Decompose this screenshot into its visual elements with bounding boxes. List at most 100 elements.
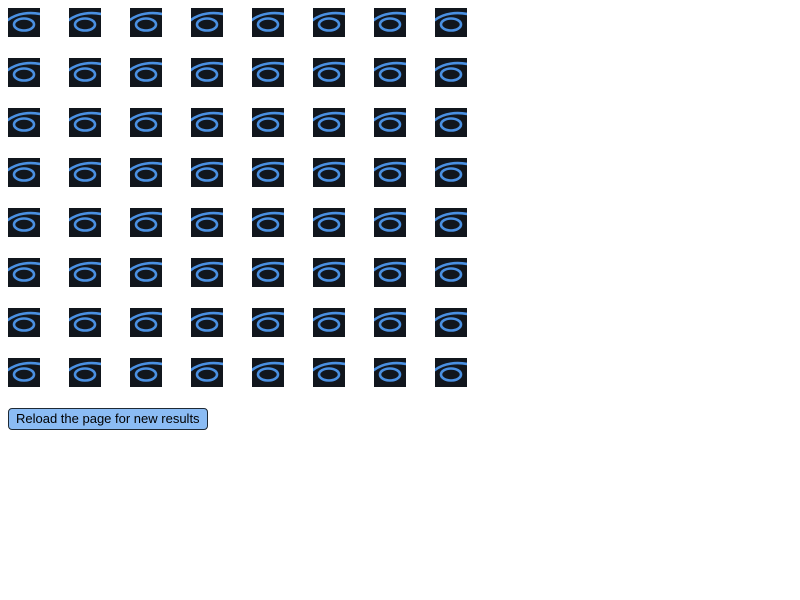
eye-swirl-icon	[191, 108, 223, 137]
image-tile	[374, 58, 406, 87]
eye-swirl-icon	[435, 8, 467, 37]
image-tile	[374, 8, 406, 37]
eye-swirl-icon	[435, 158, 467, 187]
eye-swirl-icon	[191, 58, 223, 87]
reload-button[interactable]: Reload the page for new results	[8, 408, 208, 430]
eye-swirl-icon	[252, 258, 284, 287]
eye-swirl-icon	[252, 58, 284, 87]
image-tile	[313, 8, 345, 37]
image-tile	[191, 208, 223, 237]
image-tile	[435, 8, 467, 37]
eye-swirl-icon	[8, 58, 40, 87]
image-tile	[252, 258, 284, 287]
image-tile	[69, 358, 101, 387]
eye-swirl-icon	[313, 358, 345, 387]
image-tile	[191, 108, 223, 137]
eye-swirl-icon	[69, 258, 101, 287]
image-tile	[8, 58, 40, 87]
eye-swirl-icon	[313, 158, 345, 187]
image-tile	[435, 208, 467, 237]
image-tile	[69, 208, 101, 237]
eye-swirl-icon	[8, 158, 40, 187]
eye-swirl-icon	[435, 258, 467, 287]
eye-swirl-icon	[191, 358, 223, 387]
image-tile	[313, 358, 345, 387]
image-tile	[69, 108, 101, 137]
image-tile	[191, 308, 223, 337]
eye-swirl-icon	[374, 358, 406, 387]
image-tile	[8, 258, 40, 287]
eye-swirl-icon	[313, 58, 345, 87]
image-tile	[252, 308, 284, 337]
eye-swirl-icon	[69, 8, 101, 37]
eye-swirl-icon	[374, 308, 406, 337]
eye-swirl-icon	[252, 308, 284, 337]
eye-swirl-icon	[252, 208, 284, 237]
image-tile	[130, 208, 162, 237]
eye-swirl-icon	[130, 258, 162, 287]
image-tile	[69, 258, 101, 287]
image-tile	[191, 258, 223, 287]
eye-swirl-icon	[130, 58, 162, 87]
eye-swirl-icon	[69, 108, 101, 137]
eye-swirl-icon	[374, 258, 406, 287]
image-tile	[130, 358, 162, 387]
eye-swirl-icon	[374, 158, 406, 187]
eye-swirl-icon	[435, 208, 467, 237]
image-tile	[313, 58, 345, 87]
eye-swirl-icon	[374, 8, 406, 37]
image-tile	[69, 58, 101, 87]
image-tile	[374, 308, 406, 337]
eye-swirl-icon	[69, 308, 101, 337]
image-tile	[374, 258, 406, 287]
image-grid	[8, 8, 467, 387]
eye-swirl-icon	[191, 158, 223, 187]
eye-swirl-icon	[8, 108, 40, 137]
image-tile	[191, 158, 223, 187]
eye-swirl-icon	[435, 358, 467, 387]
eye-swirl-icon	[130, 308, 162, 337]
image-tile	[69, 308, 101, 337]
image-tile	[313, 208, 345, 237]
eye-swirl-icon	[130, 108, 162, 137]
eye-swirl-icon	[191, 308, 223, 337]
image-tile	[374, 358, 406, 387]
eye-swirl-icon	[130, 208, 162, 237]
eye-swirl-icon	[8, 358, 40, 387]
image-tile	[313, 158, 345, 187]
image-tile	[435, 258, 467, 287]
eye-swirl-icon	[252, 108, 284, 137]
image-tile	[8, 158, 40, 187]
eye-swirl-icon	[252, 8, 284, 37]
eye-swirl-icon	[313, 208, 345, 237]
eye-swirl-icon	[130, 8, 162, 37]
eye-swirl-icon	[8, 258, 40, 287]
image-tile	[130, 108, 162, 137]
eye-swirl-icon	[374, 208, 406, 237]
image-tile	[130, 58, 162, 87]
eye-swirl-icon	[191, 8, 223, 37]
image-tile	[374, 208, 406, 237]
image-tile	[313, 308, 345, 337]
image-tile	[191, 58, 223, 87]
eye-swirl-icon	[313, 8, 345, 37]
eye-swirl-icon	[374, 58, 406, 87]
image-tile	[435, 108, 467, 137]
eye-swirl-icon	[435, 108, 467, 137]
image-tile	[8, 208, 40, 237]
image-tile	[313, 108, 345, 137]
image-tile	[252, 208, 284, 237]
eye-swirl-icon	[435, 308, 467, 337]
image-tile	[313, 258, 345, 287]
eye-swirl-icon	[313, 258, 345, 287]
image-tile	[435, 358, 467, 387]
image-tile	[374, 108, 406, 137]
image-tile	[130, 308, 162, 337]
image-tile	[191, 358, 223, 387]
image-tile	[130, 8, 162, 37]
image-tile	[8, 8, 40, 37]
image-tile	[252, 8, 284, 37]
eye-swirl-icon	[69, 158, 101, 187]
eye-swirl-icon	[435, 58, 467, 87]
image-tile	[8, 308, 40, 337]
